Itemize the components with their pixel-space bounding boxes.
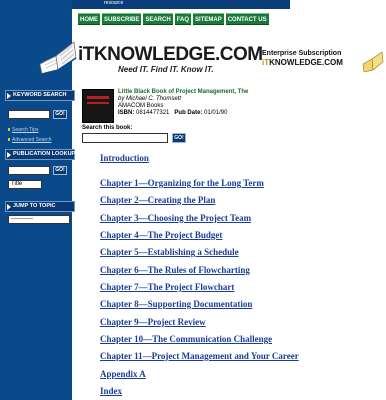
book-isbn-line: ISBN: 0814477321 Pub Date: 01/01/90	[118, 110, 248, 117]
toc-link[interactable]: Chapter 1—Organizing for the Long Term	[100, 178, 264, 188]
site-logo[interactable]: iTKNOWLEDGE.COM Need IT. Find IT. Know I…	[38, 34, 263, 78]
toc-link[interactable]: Chapter 9—Project Review	[100, 317, 206, 327]
banner-text: resource	[104, 0, 124, 6]
keyword-search-header-label: KEYWORD SEARCH	[13, 92, 67, 98]
jump-to-topic-header: JUMP TO TOPIC	[5, 201, 75, 212]
book-info: Little Black Book of Project Management,…	[82, 89, 282, 123]
pubdate-label: Pub Date:	[174, 110, 203, 116]
cover-stripe	[87, 96, 109, 99]
open-book-icon	[39, 41, 77, 74]
keyword-search-input[interactable]	[8, 110, 50, 119]
top-banner: resource	[72, 0, 290, 9]
isbn-label: ISBN:	[118, 110, 135, 116]
toc-link[interactable]: Chapter 5—Establishing a Schedule	[100, 247, 239, 257]
toc-link[interactable]: Chapter 6—The Rules of Flowcharting	[100, 265, 250, 275]
toc-link[interactable]: Chapter 11—Project Management and Your C…	[100, 351, 299, 361]
nav-faq-button[interactable]: FAQ	[174, 13, 192, 25]
isbn-value: 0814477321	[136, 110, 170, 116]
logo-brand: KNOWLEDGE.COM	[93, 44, 263, 65]
publication-lookup-header-label: PUBLICATION LOOKUP	[13, 151, 76, 157]
enterprise-brand: KNOWLEDGE.COM	[269, 58, 343, 67]
nav-subscribe-button[interactable]: SUBSCRIBE	[102, 13, 142, 25]
cover-stripe	[87, 102, 109, 104]
advanced-search-link[interactable]: Advanced Search	[12, 137, 51, 143]
nav-search-button[interactable]: SEARCH	[143, 13, 173, 25]
nav-sitemap-button[interactable]: SITEMAP	[193, 13, 224, 25]
book-cover-image	[82, 89, 114, 123]
logo-tagline: Need IT. Find IT. Know IT.	[118, 65, 214, 74]
book-meta: Little Black Book of Project Management,…	[118, 89, 248, 117]
book-publisher: AMACOM Books	[118, 103, 164, 109]
toc-link[interactable]: Index	[100, 386, 122, 396]
toc-link[interactable]: Chapter 2—Creating the Plan	[100, 195, 215, 205]
search-book-go-button[interactable]: GO!	[172, 133, 186, 143]
toc-link[interactable]: Chapter 7—The Project Flowchart	[100, 282, 234, 292]
arrow-right-icon	[7, 204, 11, 210]
publication-lookup-header: PUBLICATION LOOKUP	[5, 149, 75, 160]
keyword-search-go-button[interactable]: GO!	[53, 110, 67, 119]
toc-link[interactable]: Chapter 4—The Project Budget	[100, 230, 222, 240]
toc-link[interactable]: Appendix A	[100, 369, 146, 379]
book-icon	[362, 51, 384, 72]
arrow-right-icon	[7, 93, 11, 99]
toc-link[interactable]: Chapter 3—Choosing the Project Team	[100, 213, 251, 223]
toc-link[interactable]: Chapter 8—Supporting Documentation	[100, 299, 252, 309]
keyword-search-header: KEYWORD SEARCH	[5, 90, 75, 101]
search-book-label: Search this book:	[82, 125, 133, 131]
main-nav: HOME SUBSCRIBE SEARCH FAQ SITEMAP CONTAC…	[78, 13, 271, 25]
toc-link[interactable]: Chapter 10—The Communication Challenge	[100, 334, 272, 344]
bullet-icon	[8, 138, 10, 141]
book-author: by Michael C. Thomsett	[118, 96, 182, 102]
logo-it: iT	[78, 44, 94, 65]
nav-contact-button[interactable]: CONTACT US	[225, 13, 269, 25]
jump-to-topic-header-label: JUMP TO TOPIC	[13, 203, 56, 209]
publication-lookup-go-button[interactable]: GO!	[53, 166, 67, 175]
logo-wordmark: iTKNOWLEDGE.COM	[78, 44, 263, 66]
nav-home-button[interactable]: HOME	[78, 13, 100, 25]
pubdate-value: 01/01/90	[204, 110, 228, 116]
book-title: Little Black Book of Project Management,…	[118, 89, 249, 95]
bullet-icon	[8, 128, 10, 131]
enterprise-subscription-ad[interactable]: Enterprise Subscription iTKNOWLEDGE.COM	[262, 50, 384, 78]
publication-lookup-select[interactable]: Title	[8, 180, 42, 189]
jump-to-topic-select[interactable]: -----------	[8, 215, 70, 224]
toc-link[interactable]: Introduction	[100, 153, 149, 163]
search-tips-link[interactable]: Search Tips	[12, 127, 38, 133]
publication-lookup-input[interactable]	[8, 166, 50, 175]
arrow-right-icon	[7, 152, 11, 158]
search-book-input[interactable]	[82, 133, 168, 143]
